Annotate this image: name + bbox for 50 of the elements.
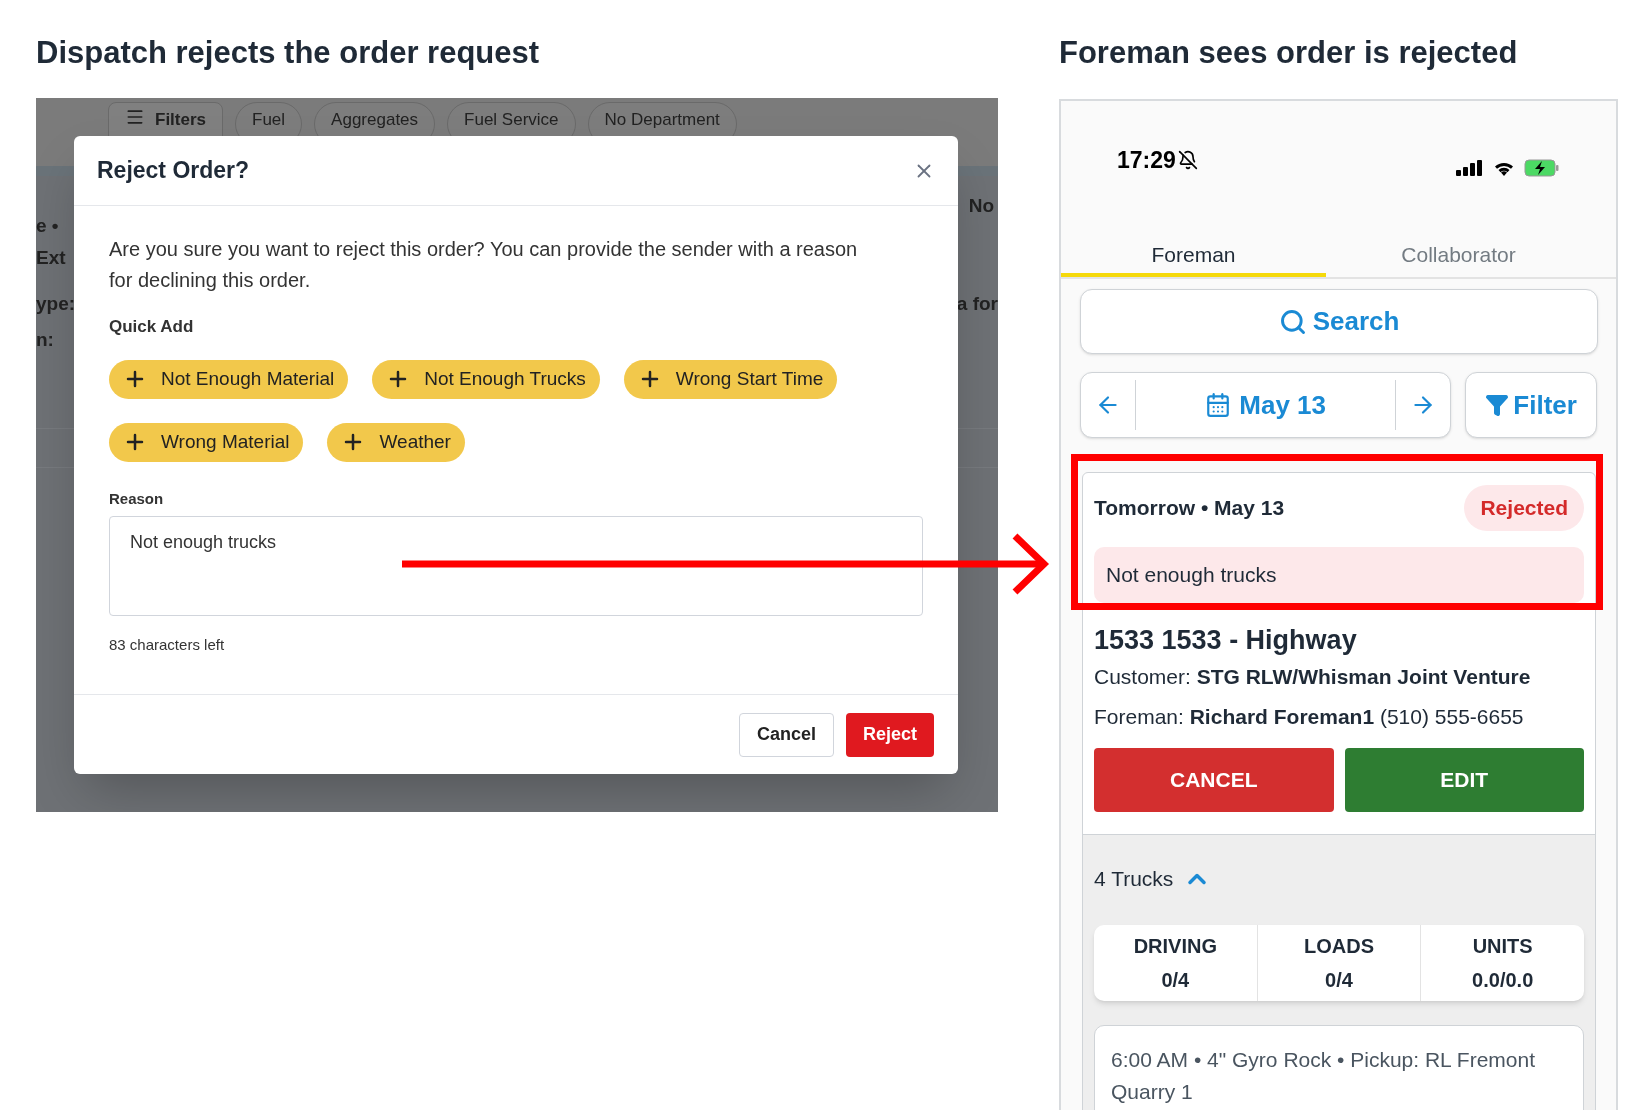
- reject-button[interactable]: Reject: [845, 712, 934, 757]
- stat-value: 0/4: [1161, 967, 1190, 993]
- reason-field[interactable]: Not enough trucks: [109, 516, 923, 616]
- dialog-title: Reject Order?: [97, 156, 250, 186]
- foreman-line: Foreman: Richard Foreman1 (510) 555-6655: [1094, 703, 1525, 730]
- load-details: 6:00 AM • 4" Gyro Rock • Pickup: RL Fremont Quarry 1: [1111, 1047, 1537, 1105]
- stat-value: 0.0/0.0: [1472, 967, 1534, 993]
- stat-value: 0/4: [1325, 967, 1353, 993]
- quick-add-chip[interactable]: Weather: [327, 422, 465, 462]
- battery-charging-icon: [1524, 159, 1560, 177]
- background-text: a for: [956, 292, 998, 316]
- tab[interactable]: Foreman: [1061, 237, 1326, 277]
- signal-icon: [1456, 160, 1484, 176]
- stat-label: LOADS: [1304, 933, 1374, 959]
- search-button[interactable]: Search: [1080, 289, 1598, 354]
- quick-add-chip[interactable]: Wrong Material: [109, 422, 304, 462]
- cancel-order-button[interactable]: CANCEL: [1094, 748, 1334, 812]
- order-title: 1533 1533 - Highway: [1094, 625, 1358, 655]
- quick-add-chip[interactable]: Not Enough Trucks: [372, 359, 600, 399]
- cancel-button[interactable]: Cancel: [738, 712, 834, 757]
- tab[interactable]: Collaborator: [1326, 237, 1591, 277]
- section-heading: Foreman sees order is rejected: [1059, 34, 1519, 72]
- filter-button[interactable]: Filter: [1465, 372, 1597, 438]
- rejection-reason: Not enough trucks: [1094, 547, 1584, 603]
- quick-add-label: Quick Add: [109, 316, 195, 338]
- background-text: e •: [36, 214, 59, 238]
- quick-add-chip[interactable]: Not Enough Material: [109, 359, 349, 399]
- status-time: 17:29: [1117, 145, 1176, 175]
- quick-add-chip[interactable]: Wrong Start Time: [623, 359, 838, 399]
- background-text: No: [968, 194, 994, 218]
- order-date: Tomorrow • May 13: [1094, 495, 1285, 522]
- status-badge: Rejected: [1464, 485, 1584, 531]
- characters-left: 83 characters left: [109, 635, 226, 655]
- calendar-icon: [1205, 392, 1232, 418]
- customer-line: Customer: STG RLW/Whisman Joint Venture: [1094, 664, 1532, 690]
- background-text: Ext: [36, 246, 66, 270]
- funnel-icon: [1485, 393, 1510, 417]
- date-button[interactable]: May 13: [1136, 385, 1396, 425]
- trucks-toggle[interactable]: 4 Trucks: [1094, 863, 1584, 895]
- bell-off-icon: [1177, 149, 1198, 170]
- background-text: ype:: [36, 292, 76, 316]
- reason-label: Reason: [109, 488, 165, 509]
- background-text: n:: [36, 328, 54, 352]
- section-heading: Dispatch rejects the order request: [36, 34, 541, 72]
- dialog-message: Are you sure you want to reject this order? You can provide the sender with a reason for declining this order.: [109, 237, 859, 293]
- stat-label: DRIVING: [1133, 933, 1217, 959]
- edit-order-button[interactable]: EDIT: [1344, 748, 1584, 812]
- stat-label: UNITS: [1472, 933, 1533, 959]
- search-icon: [1278, 307, 1307, 336]
- menu-icon: [125, 107, 145, 127]
